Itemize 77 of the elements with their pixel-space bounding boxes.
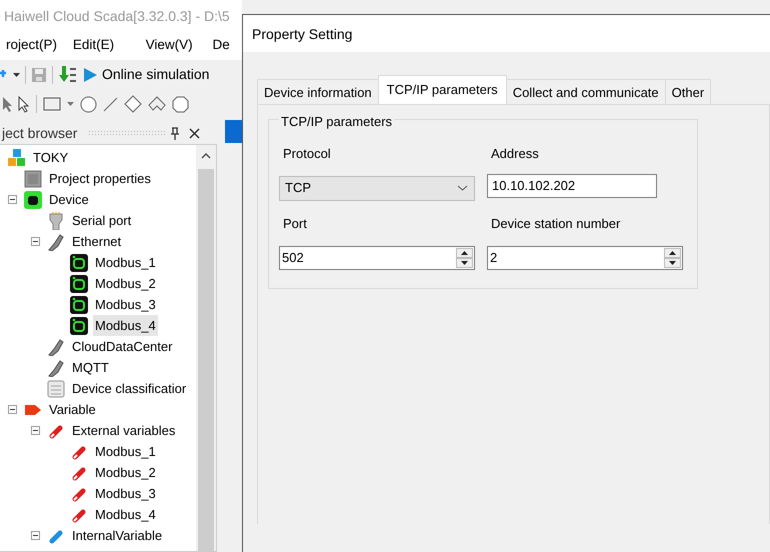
tree-item[interactable]: Modbus_4 — [93, 314, 158, 336]
connector-icon — [47, 212, 65, 230]
field-label: Address — [490, 144, 540, 162]
download-icon[interactable] — [58, 64, 78, 84]
spin-box[interactable]: 2 — [487, 246, 683, 270]
input-field[interactable]: 10.10.102.202 — [487, 174, 657, 198]
tree-item[interactable]: Modbus_4 — [93, 504, 158, 526]
pin-icon[interactable] — [170, 126, 180, 140]
tree-item[interactable]: TOKY — [31, 146, 70, 168]
play-icon[interactable] — [83, 66, 98, 82]
protocol-select[interactable]: TCP — [279, 176, 475, 200]
properties-icon — [24, 170, 42, 188]
pointer-icon[interactable] — [2, 96, 12, 112]
spin-down-icon[interactable] — [456, 258, 473, 268]
device-icon — [70, 316, 88, 334]
dropdown-caret-icon[interactable] — [13, 72, 20, 76]
close-icon[interactable] — [189, 128, 200, 138]
tree-item[interactable]: Modbus_2 — [93, 272, 158, 294]
window-title: Haiwell Cloud Scada[3.32.0.3] - D:\5 — [0, 0, 242, 30]
simulation-button[interactable]: Online simulation — [102, 64, 210, 85]
expander[interactable] — [31, 426, 40, 435]
field-label: Port — [282, 214, 308, 232]
chevron-down-icon — [457, 185, 468, 191]
spin-box[interactable]: 502 — [279, 246, 475, 270]
tree-item[interactable]: Modbus_1 — [93, 440, 158, 462]
spin-down-icon[interactable] — [664, 258, 681, 268]
menu-item[interactable]: roject(P) — [6, 34, 73, 56]
tree-item[interactable]: Modbus_1 — [93, 252, 158, 274]
tab[interactable]: Device information — [257, 78, 379, 104]
classification-icon — [47, 380, 65, 398]
tree-item[interactable]: MQTT — [70, 356, 111, 378]
scroll-up-icon[interactable] — [201, 153, 211, 159]
expander[interactable] — [31, 237, 40, 246]
tree-item[interactable]: Ethernet — [70, 230, 124, 252]
menu-item[interactable]: De — [212, 34, 242, 56]
tree-item[interactable]: Modbus_3 — [93, 482, 158, 504]
cable-icon — [47, 338, 65, 356]
tree-item[interactable]: InternalVariable — [70, 524, 164, 546]
line-icon[interactable] — [103, 96, 118, 112]
panel-title: ject browser — [0, 124, 78, 143]
tree-item[interactable]: Project properties — [47, 168, 153, 190]
tree-item[interactable]: External variables — [70, 420, 178, 442]
menu-item[interactable]: Edit(E) — [72, 34, 146, 56]
tree-item[interactable]: Serial port — [70, 210, 134, 232]
shape-icon[interactable] — [148, 96, 166, 112]
tree-item[interactable]: Variable — [47, 398, 98, 420]
dialog-title: Property Setting — [252, 26, 352, 42]
spin-up-icon[interactable] — [456, 248, 473, 258]
tab[interactable]: Other — [664, 78, 712, 104]
rectangle-icon[interactable] — [43, 97, 61, 111]
device-icon — [70, 254, 88, 272]
octagon-icon[interactable] — [172, 96, 189, 112]
circle-icon[interactable] — [80, 96, 97, 112]
menu-item[interactable]: View(V) — [146, 34, 212, 56]
field-label: Device station number — [490, 214, 622, 232]
spin-up-icon[interactable] — [664, 248, 681, 258]
cable-icon — [47, 358, 65, 376]
tab[interactable]: TCP/IP parameters — [378, 74, 507, 104]
field-label: Protocol — [282, 144, 332, 162]
project-icon — [8, 148, 26, 166]
select-icon[interactable] — [18, 96, 30, 112]
device-icon — [70, 296, 88, 314]
device-icon — [70, 274, 88, 292]
device-icon — [24, 190, 42, 208]
scrollbar[interactable] — [196, 145, 216, 551]
tree-item[interactable]: Device — [47, 188, 91, 210]
spin-field[interactable]: 502 — [280, 248, 456, 268]
cable-icon — [47, 232, 65, 250]
expander[interactable] — [8, 195, 17, 204]
spin-field[interactable]: 2 — [488, 248, 664, 268]
expander[interactable] — [31, 531, 40, 540]
tree-item[interactable]: Modbus_3 — [93, 294, 158, 316]
expander[interactable] — [8, 405, 17, 414]
tree-item[interactable]: CloudDataCenter — [70, 336, 174, 358]
tree-item[interactable]: Modbus_2 — [93, 462, 158, 484]
tree-item[interactable]: Device classificatior — [70, 378, 188, 400]
diamond-icon[interactable] — [124, 95, 142, 113]
